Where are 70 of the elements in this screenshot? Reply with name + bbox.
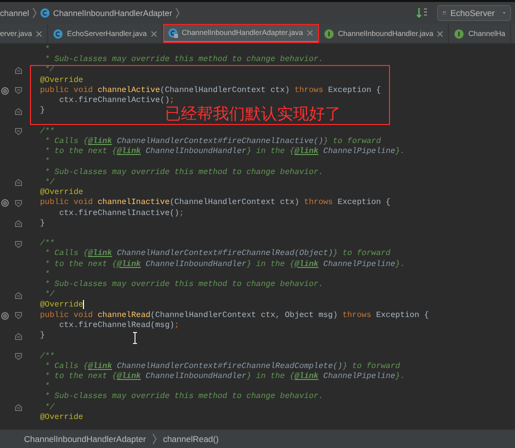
breadcrumb-item[interactable]: channel	[0, 8, 30, 18]
override-icon[interactable]	[1, 86, 9, 95]
close-icon[interactable]	[437, 30, 444, 36]
run-config-dropdown[interactable]: EchoServer	[437, 5, 511, 21]
fold-icon[interactable]	[15, 87, 22, 94]
code-line: @Override	[40, 188, 84, 198]
override-icon[interactable]	[1, 199, 9, 208]
status-breadcrumb[interactable]: ChannelInboundHandlerAdapter	[24, 434, 146, 444]
code-line: }	[40, 218, 45, 229]
code-line: * to the next {@link ChannelInboundHandler} in the {@link ChannelPipeline}.	[44, 260, 405, 270]
close-icon[interactable]	[306, 30, 313, 36]
close-icon[interactable]	[36, 30, 42, 36]
code-line: * Calls {@link ChannelHandlerContext#fireChannelRead(Object)} to forward	[44, 249, 390, 260]
annotation-text: 已经帮我们默认实现好了	[165, 104, 341, 125]
code-line: */	[44, 290, 54, 300]
close-icon[interactable]	[150, 30, 157, 36]
fold-icon[interactable]	[15, 332, 22, 340]
code-line: /**	[40, 126, 54, 137]
fold-icon[interactable]	[15, 128, 22, 136]
chevron-icon	[32, 7, 38, 19]
class-icon	[40, 8, 50, 18]
interface-icon	[324, 28, 334, 38]
status-breadcrumb[interactable]: channelRead()	[162, 434, 219, 444]
override-icon[interactable]	[1, 312, 9, 320]
code-line: * to the next {@link ChannelInboundHandler} in the {@link ChannelPipeline}.	[44, 147, 405, 157]
code-line: */	[44, 402, 54, 413]
code-line: *	[44, 45, 50, 55]
fold-icon[interactable]	[15, 312, 22, 320]
code-line: * Sub-classes may override this method to change behavior.	[44, 280, 324, 290]
code-line: */	[44, 178, 54, 188]
code-line: * Sub-classes may override this method to change behavior.	[44, 55, 324, 66]
fold-icon[interactable]	[15, 240, 22, 248]
fold-icon[interactable]	[15, 292, 22, 299]
code-line: }	[40, 106, 45, 117]
code-line: }	[40, 331, 45, 342]
text-cursor-icon	[132, 332, 138, 344]
code-line: * to the next {@link ChannelInboundHandler} in the {@link ChannelPipeline}.	[44, 372, 405, 382]
code-line: *	[44, 382, 50, 392]
code-line: ctx.fireChannelInactive();	[58, 208, 184, 219]
class-icon	[53, 28, 64, 38]
code-line: /**	[40, 239, 54, 249]
fold-icon[interactable]	[15, 220, 22, 228]
chevron-icon	[175, 7, 180, 19]
breadcrumb-item[interactable]: ChannelInboundHandlerAdapter	[53, 8, 172, 18]
code-line: @Override	[40, 300, 84, 311]
class-icon	[168, 28, 178, 38]
fold-icon[interactable]	[15, 353, 22, 360]
code-line: *	[44, 157, 50, 168]
code-line: * Sub-classes may override this method to change behavior.	[44, 168, 324, 178]
code-line: public void channelInactive(ChannelHandlerContext ctx) throws Exception {	[40, 198, 390, 208]
code-line: * Sub-classes may override this method to change behavior.	[44, 392, 324, 403]
code-line: public void channelRead(ChannelHandlerContext ctx, Object msg) throws Exception {	[40, 310, 429, 321]
code-line: @Override	[40, 76, 84, 86]
fold-icon[interactable]	[15, 404, 22, 412]
fold-icon[interactable]	[15, 200, 22, 207]
fold-icon[interactable]	[15, 179, 22, 186]
code-line: ctx.fireChannelActive();	[58, 96, 174, 106]
fold-icon[interactable]	[15, 108, 22, 115]
code-line: /**	[40, 352, 54, 362]
vcs-icon[interactable]	[416, 7, 428, 19]
code-line: * Calls {@link ChannelHandlerContext#fireChannelInactive()} to forward	[44, 136, 381, 147]
code-line: @Override	[40, 412, 84, 424]
code-line: *	[44, 270, 50, 280]
interface-icon	[454, 28, 464, 38]
code-line: ctx.fireChannelRead(msg);	[58, 320, 180, 332]
chevron-icon	[152, 433, 157, 445]
fold-icon[interactable]	[15, 66, 22, 74]
code-line: public void channelActive(ChannelHandlerContext ctx) throws Exception {	[40, 86, 381, 96]
window-icon	[443, 9, 446, 17]
code-line: * Calls {@link ChannelHandlerContext#fireChannelReadComplete()} to forward	[44, 362, 400, 372]
